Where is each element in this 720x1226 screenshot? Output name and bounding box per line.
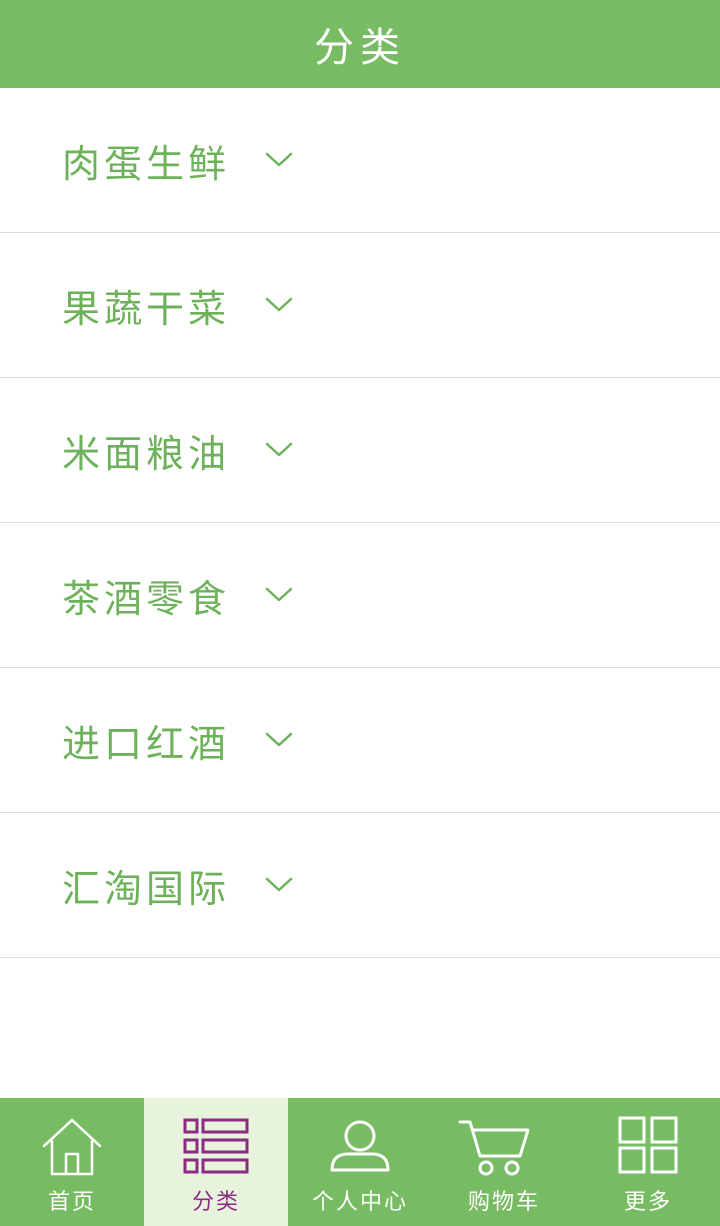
tab-label: 分类 <box>191 1190 240 1215</box>
chevron-down-icon <box>265 877 293 892</box>
tab-category[interactable]: 分类 <box>144 1098 288 1226</box>
tab-cart[interactable]: 购物车 <box>432 1098 576 1226</box>
category-label: 茶酒零食 <box>62 576 231 621</box>
category-item-imported-wine[interactable]: 进口红酒 <box>0 668 720 813</box>
category-item-fruit-vegetables[interactable]: 果蔬干菜 <box>0 233 720 378</box>
grid-icon <box>618 1116 678 1174</box>
chevron-down-icon <box>265 587 293 602</box>
category-label: 肉蛋生鲜 <box>62 141 231 186</box>
chevron-down-icon <box>265 442 293 457</box>
category-label: 汇淘国际 <box>62 866 231 911</box>
bottom-tab-bar: 首页 分类 个人中心 购物车 更多 <box>0 1098 720 1226</box>
category-item-meat-eggs-fresh[interactable]: 肉蛋生鲜 <box>0 88 720 233</box>
tab-label: 更多 <box>623 1190 672 1215</box>
tab-more[interactable]: 更多 <box>576 1098 720 1226</box>
user-icon <box>330 1120 390 1172</box>
chevron-down-icon <box>265 152 293 167</box>
tab-home[interactable]: 首页 <box>0 1098 144 1226</box>
home-icon <box>42 1118 102 1176</box>
tab-label: 购物车 <box>467 1190 540 1215</box>
category-list: 肉蛋生鲜 果蔬干菜 米面粮油 茶酒零食 进口红酒 汇淘国际 <box>0 88 720 958</box>
category-label: 进口红酒 <box>62 721 231 766</box>
tab-personal-center[interactable]: 个人中心 <box>288 1098 432 1226</box>
chevron-down-icon <box>265 732 293 747</box>
tab-label: 个人中心 <box>311 1190 408 1215</box>
category-list-icon <box>183 1118 249 1174</box>
page-title: 分类 <box>314 25 406 71</box>
app-header: 分类 <box>0 0 720 88</box>
chevron-down-icon <box>265 297 293 312</box>
category-item-tea-wine-snacks[interactable]: 茶酒零食 <box>0 523 720 668</box>
category-item-huitao-international[interactable]: 汇淘国际 <box>0 813 720 958</box>
tab-label: 首页 <box>47 1190 96 1215</box>
category-item-rice-flour-grain-oil[interactable]: 米面粮油 <box>0 378 720 523</box>
category-label: 米面粮油 <box>62 431 231 476</box>
cart-icon <box>458 1120 530 1176</box>
category-label: 果蔬干菜 <box>62 286 231 331</box>
